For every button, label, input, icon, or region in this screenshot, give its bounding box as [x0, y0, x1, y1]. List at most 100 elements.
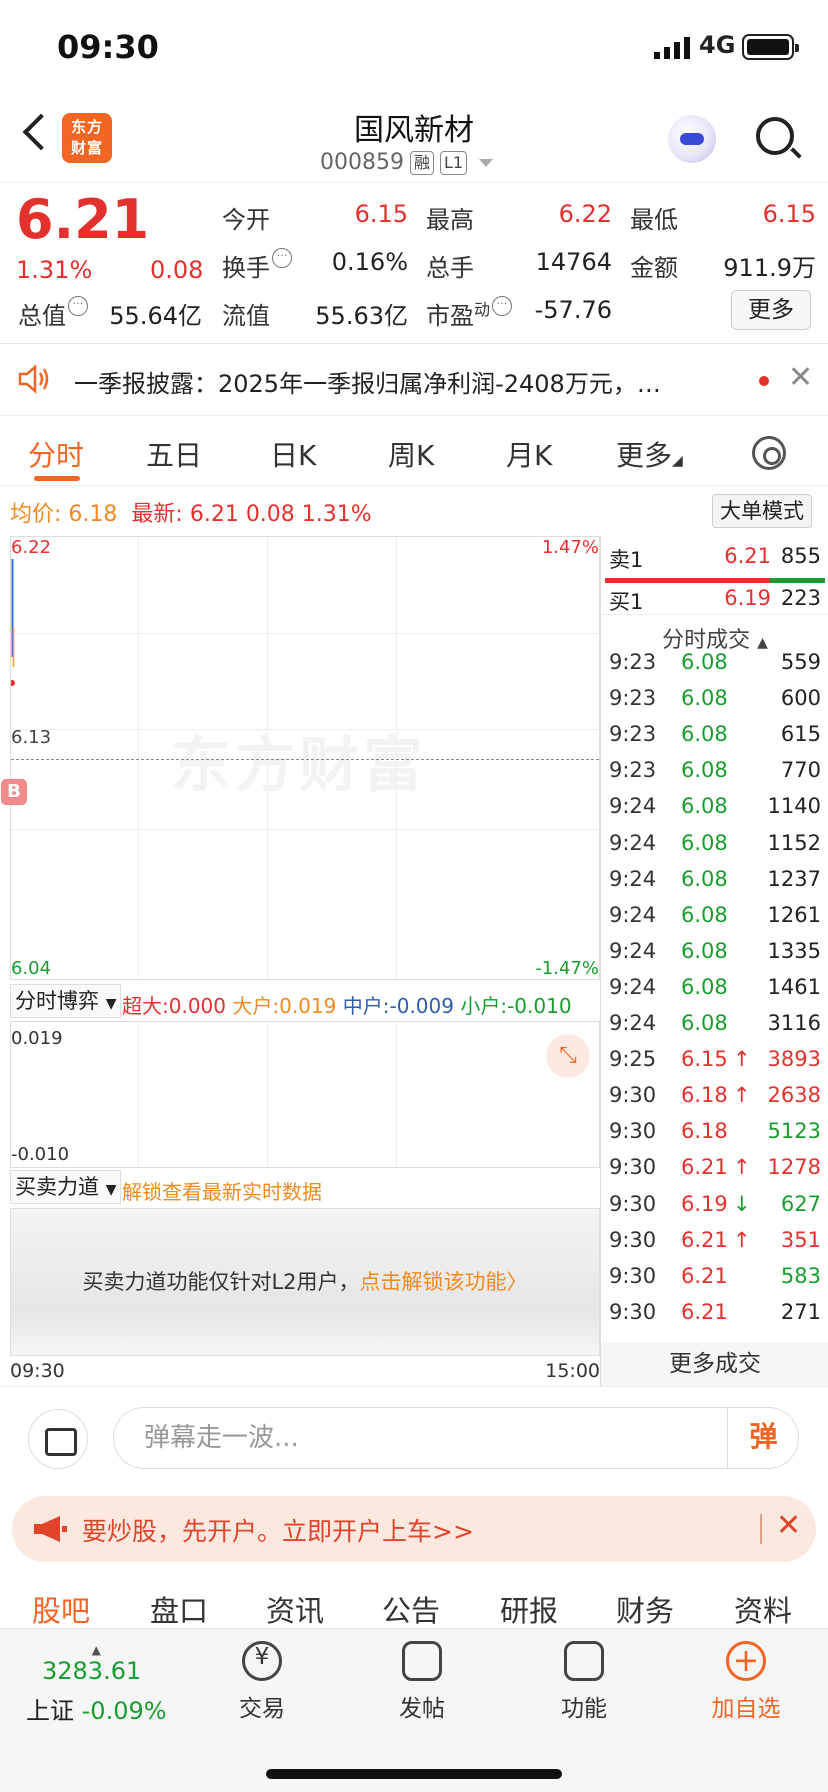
- trade-volume: 5123: [767, 1119, 821, 1144]
- danmu-send-button[interactable]: 弹: [727, 1407, 799, 1469]
- ai-assistant-icon[interactable]: [668, 115, 716, 163]
- trade-row: 9:23 6.08 559: [601, 650, 828, 686]
- caret-up-icon: ▲: [757, 635, 768, 651]
- margin-tag: 融: [409, 150, 434, 175]
- signal-icon: [654, 37, 690, 59]
- amount-label: 金额: [630, 254, 678, 282]
- info-icon[interactable]: ···: [68, 296, 88, 316]
- more-trades-button[interactable]: 更多成交: [601, 1342, 828, 1386]
- buy1-row: 买1 6.19 223: [601, 586, 828, 622]
- edit-icon: [402, 1641, 442, 1681]
- current-price: 6.21: [16, 188, 150, 251]
- more-quote-button[interactable]: 更多: [731, 290, 811, 330]
- trade-volume: 1261: [767, 902, 821, 927]
- trade-price: 6.21: [681, 1263, 728, 1288]
- stock-code-row[interactable]: 000859 融 L1: [320, 150, 494, 175]
- time-axis: 09:30 15:00: [10, 1356, 600, 1386]
- trade-row: 9:23 6.08 600: [601, 686, 828, 722]
- avg-value: 6.18: [68, 502, 118, 527]
- latest-pct: 1.31%: [301, 502, 372, 527]
- tab-market-depth[interactable]: 盘口: [150, 1588, 208, 1630]
- index-ticker[interactable]: ▲ 3283.61 上证 -0.09%: [26, 1643, 167, 1726]
- danmu-settings-icon[interactable]: [28, 1409, 88, 1469]
- trade-volume: 2638: [767, 1083, 821, 1108]
- info-icon[interactable]: ···: [492, 296, 513, 316]
- buy-marker[interactable]: B: [1, 779, 27, 805]
- total-mv-value: 55.64亿: [109, 302, 202, 330]
- trade-price: 6.08: [681, 686, 728, 711]
- order-book: 卖1 6.21 855 买1 6.19 223 分时成交 ▲ 9:23 6.08 5…: [600, 536, 828, 1386]
- trade-row: 9:24 6.08 1335: [601, 939, 828, 975]
- danmu-input[interactable]: 弹幕走一波...: [113, 1407, 799, 1469]
- trade-row: 9:24 6.08 1140: [601, 794, 828, 830]
- trade-volume: 3116: [767, 1011, 821, 1035]
- intraday-chart[interactable]: 东方财富 6.22 1.47% 6.13 6.04 -1.47% B: [1, 536, 600, 980]
- announcement-bar[interactable]: 一季报披露：2025年一季报归属净利润-2408万元，… ✕: [0, 344, 828, 416]
- nav-trade[interactable]: ¥ 交易: [232, 1641, 292, 1723]
- tab-announcements[interactable]: 公告: [382, 1588, 440, 1630]
- trade-row: 9:30 6.18 ↑ 2638: [601, 1083, 828, 1119]
- tab-five-day[interactable]: 五日: [146, 434, 202, 474]
- trade-time: 9:24: [609, 866, 657, 891]
- open-account-text: 要炒股，先开户。立即开户上车>>: [82, 1517, 474, 1546]
- close-icon[interactable]: ✕: [776, 1508, 801, 1543]
- stock-header: 东方 财富 国风新材 000859 融 L1: [0, 95, 828, 183]
- trade-row: 9:24 6.08 1237: [601, 867, 828, 903]
- search-icon[interactable]: [756, 117, 794, 155]
- buy1-label: 买1: [609, 590, 644, 614]
- trade-row: 9:30 6.18 5123: [601, 1119, 828, 1155]
- trade-time: 9:24: [609, 938, 657, 963]
- pe-dynamic-sup: 动: [474, 300, 491, 319]
- index-name: 上证: [26, 1697, 74, 1725]
- nav-post[interactable]: 发帖: [392, 1641, 452, 1723]
- trade-price: 6.08: [681, 722, 728, 747]
- nav-functions[interactable]: 功能: [554, 1641, 614, 1723]
- tab-research[interactable]: 研报: [500, 1588, 558, 1630]
- open-account-banner[interactable]: 要炒股，先开户。立即开户上车>> ✕: [12, 1496, 816, 1562]
- float-mv-label: 流值: [222, 302, 270, 330]
- trade-price: 6.08: [681, 650, 728, 674]
- nav-add-watchlist[interactable]: + 加自选: [708, 1641, 784, 1723]
- buysell-dropdown[interactable]: 买卖力道 ▼: [10, 1170, 122, 1204]
- close-icon[interactable]: ✕: [788, 360, 813, 395]
- low-value: 6.15: [762, 200, 816, 228]
- capital-game-chart[interactable]: 0.019 -0.010 ⤡: [10, 1022, 600, 1168]
- watermark: 东方财富: [171, 731, 427, 801]
- sub-y-bottom: -0.010: [11, 1144, 70, 1165]
- trade-time: 9:24: [609, 830, 657, 855]
- trade-price: 6.08: [681, 830, 728, 855]
- tab-more[interactable]: 更多◢: [616, 434, 683, 474]
- high-value: 6.22: [558, 200, 612, 228]
- status-bar: 09:30 4G: [0, 0, 828, 95]
- unlock-link[interactable]: 解锁查看最新实时数据: [122, 1176, 322, 1205]
- trade-time: 9:24: [609, 1011, 657, 1035]
- unlock-feature-link[interactable]: 点击解锁该功能〉: [360, 1270, 528, 1294]
- game-dropdown[interactable]: 分时博弈 ▼: [10, 984, 122, 1018]
- trade-time: 9:30: [609, 1083, 657, 1108]
- tab-daily-k[interactable]: 日K: [270, 434, 316, 474]
- info-icon[interactable]: ···: [272, 248, 292, 268]
- trade-price: 6.18: [681, 1083, 728, 1108]
- sell1-label: 卖1: [609, 548, 644, 572]
- tab-intraday[interactable]: 分时: [28, 434, 84, 474]
- tab-forum[interactable]: 股吧: [32, 1588, 90, 1630]
- announcement-text: 一季报披露：2025年一季报归属净利润-2408万元，…: [74, 370, 661, 398]
- trade-row: 9:30 6.19 ↓ 627: [601, 1192, 828, 1228]
- trade-price: 6.08: [681, 758, 728, 783]
- turnover-value: 0.16%: [331, 248, 408, 276]
- trade-time: 9:30: [609, 1191, 657, 1216]
- tab-weekly-k[interactable]: 周K: [388, 434, 434, 474]
- status-time: 09:30: [57, 28, 159, 66]
- tab-monthly-k[interactable]: 月K: [506, 434, 552, 474]
- change-percent: 1.31%: [16, 256, 93, 284]
- tab-news[interactable]: 资讯: [266, 1588, 324, 1630]
- tab-profile[interactable]: 资料: [734, 1588, 792, 1630]
- expand-icon[interactable]: ⤡: [546, 1034, 590, 1078]
- buysell-row: 买卖力道 ▼ 解锁查看最新实时数据: [10, 1168, 600, 1208]
- big-order-mode-button[interactable]: 大单模式: [712, 494, 812, 528]
- trade-volume: 559: [780, 650, 821, 674]
- trade-price: 6.21: [681, 1227, 728, 1252]
- gear-icon[interactable]: [752, 436, 786, 470]
- trade-row: 9:23 6.08 770: [601, 758, 828, 794]
- tab-finance[interactable]: 财务: [616, 1588, 674, 1630]
